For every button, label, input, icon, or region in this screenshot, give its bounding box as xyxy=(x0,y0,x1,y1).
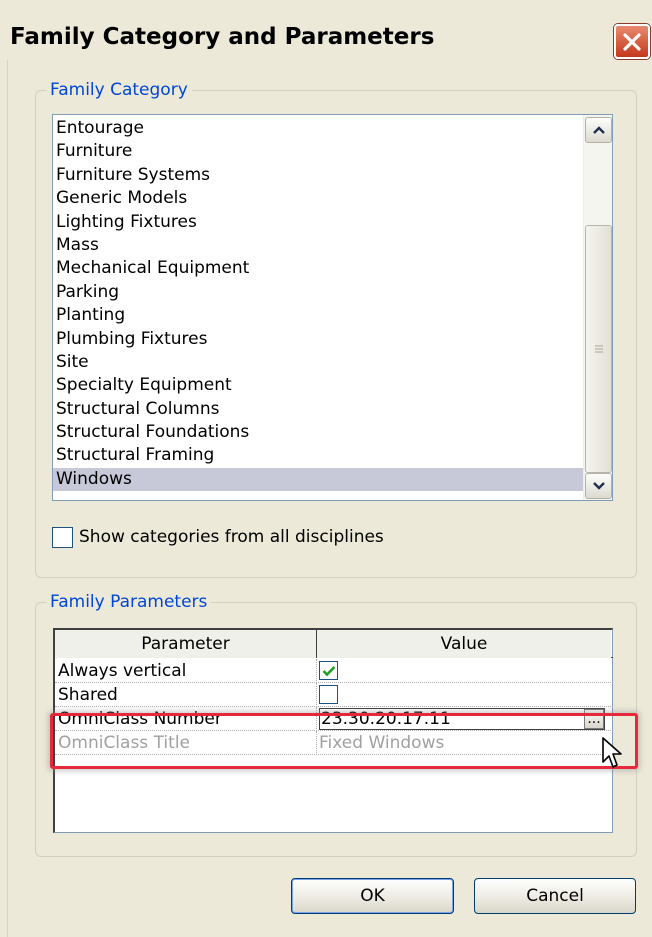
table-row[interactable]: OmniClass Number 23.30.20.17.11 ... xyxy=(55,707,613,731)
vertical-scrollbar[interactable] xyxy=(583,115,612,500)
column-header-value[interactable]: Value xyxy=(317,630,611,658)
list-item[interactable]: Furniture xyxy=(53,140,584,163)
param-name: OmniClass Number xyxy=(55,707,317,731)
category-listbox[interactable]: Entourage Furniture Furniture Systems Gener… xyxy=(52,114,613,501)
scroll-up-button[interactable] xyxy=(585,117,612,143)
grip-icon xyxy=(594,345,603,353)
mouse-pointer-icon xyxy=(602,737,622,768)
table-row[interactable]: Always vertical xyxy=(55,659,613,683)
list-item[interactable]: Planting xyxy=(53,304,584,327)
list-item[interactable]: Generic Models xyxy=(53,187,584,210)
list-item[interactable]: Windows xyxy=(53,467,584,492)
show-all-disciplines-label[interactable]: Show categories from all disciplines xyxy=(79,527,384,547)
omniclass-number-value: 23.30.20.17.11 xyxy=(321,709,451,729)
window-frame-edge xyxy=(0,60,8,937)
close-icon xyxy=(623,32,641,51)
family-parameters-legend: Family Parameters xyxy=(46,591,212,613)
param-value xyxy=(317,683,611,707)
param-value: 23.30.20.17.11 ... xyxy=(317,707,611,731)
table-row[interactable]: OmniClass Title Fixed Windows xyxy=(55,731,613,755)
param-value: Fixed Windows xyxy=(319,733,445,753)
param-name: OmniClass Title xyxy=(55,731,317,755)
checkmark-icon xyxy=(322,665,335,676)
list-item[interactable]: Plumbing Fixtures xyxy=(53,328,584,351)
list-item[interactable]: Mass xyxy=(53,234,584,257)
chevron-up-icon xyxy=(592,126,605,134)
column-header-parameter[interactable]: Parameter xyxy=(55,630,317,658)
dialog-title: Family Category and Parameters xyxy=(10,24,435,50)
show-all-disciplines-checkbox[interactable] xyxy=(52,526,73,548)
list-item[interactable]: Entourage xyxy=(53,117,584,140)
list-item[interactable]: Structural Columns xyxy=(53,398,584,421)
scroll-thumb[interactable] xyxy=(585,225,612,473)
browse-button[interactable]: ... xyxy=(584,709,604,729)
scroll-down-button[interactable] xyxy=(585,473,612,499)
list-item[interactable]: Specialty Equipment xyxy=(53,374,584,397)
list-item[interactable]: Parking xyxy=(53,281,584,304)
list-item[interactable]: Mechanical Equipment xyxy=(53,257,584,280)
list-item[interactable]: Structural Framing xyxy=(53,444,584,467)
omniclass-number-input[interactable]: 23.30.20.17.11 ... xyxy=(319,708,605,730)
table-row[interactable]: Shared xyxy=(55,683,613,707)
param-name: Shared xyxy=(55,683,317,707)
param-value xyxy=(317,659,611,683)
cancel-button[interactable]: Cancel xyxy=(474,878,636,914)
list-item[interactable]: Structural Foundations xyxy=(53,421,584,444)
category-list: Entourage Furniture Furniture Systems Gener… xyxy=(53,117,584,492)
always-vertical-checkbox[interactable] xyxy=(319,661,338,680)
chevron-down-icon xyxy=(592,482,605,490)
list-item[interactable]: Lighting Fixtures xyxy=(53,211,584,234)
close-button[interactable] xyxy=(614,24,650,59)
title-bar[interactable]: Family Category and Parameters xyxy=(0,0,652,80)
ok-button[interactable]: OK xyxy=(291,878,454,914)
param-name: Always vertical xyxy=(55,659,317,683)
dialog-window: Family Category and Parameters Family Ca… xyxy=(0,0,652,937)
parameters-grid: Parameter Value Always vertical Shared O… xyxy=(53,628,613,833)
shared-checkbox[interactable] xyxy=(319,685,338,704)
show-all-disciplines-row[interactable]: Show categories from all disciplines xyxy=(52,525,384,549)
grid-header: Parameter Value xyxy=(55,630,613,658)
family-category-legend: Family Category xyxy=(46,79,192,101)
list-item[interactable]: Furniture Systems xyxy=(53,164,584,187)
list-item[interactable]: Site xyxy=(53,351,584,374)
